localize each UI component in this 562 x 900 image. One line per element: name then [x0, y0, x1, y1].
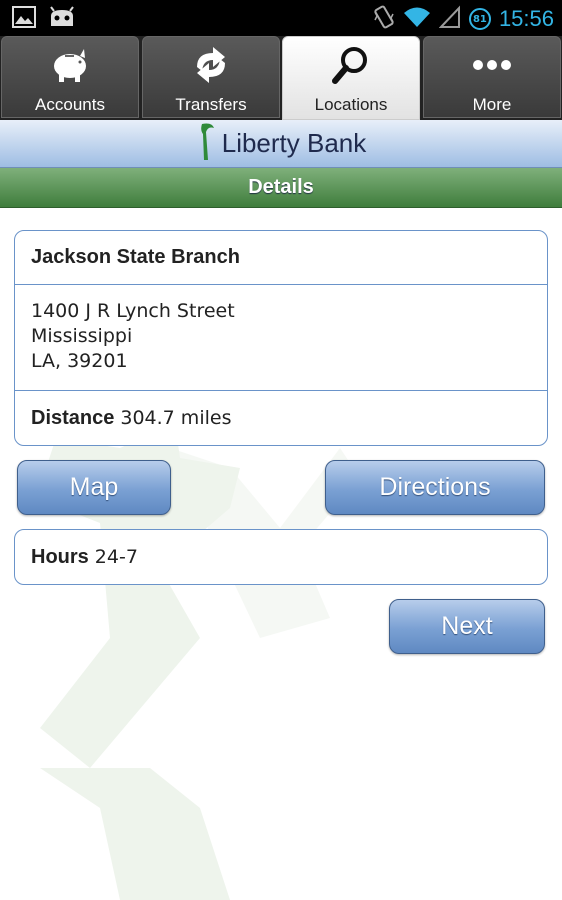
next-button[interactable]: Next	[389, 599, 545, 654]
wifi-icon	[403, 5, 431, 33]
hours-label: Hours	[31, 545, 89, 568]
transfer-arrows-icon	[143, 43, 279, 87]
tab-label: Locations	[314, 95, 388, 114]
hours-row: Hours 24-7	[15, 530, 547, 584]
details-header: Details	[0, 168, 562, 208]
brand-name: Liberty Bank	[221, 128, 367, 158]
piggy-bank-icon	[2, 43, 138, 87]
clock: 15:56	[498, 6, 554, 31]
branch-card: Jackson State Branch 1400 J R Lynch Stre…	[14, 230, 548, 446]
gallery-icon	[12, 6, 36, 32]
vibrate-icon	[373, 4, 395, 34]
map-button[interactable]: Map	[17, 460, 171, 515]
distance-value: 304.7 miles	[120, 407, 232, 429]
branch-address: 1400 J R Lynch Street Mississippi LA, 39…	[15, 285, 547, 391]
more-dots-icon	[424, 43, 560, 87]
tab-label: Transfers	[175, 95, 247, 114]
address-line: Mississippi	[31, 325, 133, 347]
tab-locations[interactable]: Locations	[282, 36, 420, 120]
branch-name: Jackson State Branch	[15, 231, 547, 285]
liberty-torch-icon	[196, 122, 218, 166]
address-line: LA, 39201	[31, 350, 128, 372]
hours-card: Hours 24-7	[14, 529, 548, 585]
tab-accounts[interactable]: Accounts	[1, 36, 139, 118]
android-debug-icon	[48, 6, 76, 32]
tab-transfers[interactable]: Transfers	[142, 36, 280, 118]
brand-header: Liberty Bank	[0, 120, 562, 168]
tab-bar: Accounts Transfers Locations More	[0, 36, 562, 120]
hours-value: 24-7	[94, 546, 138, 568]
branch-distance: Distance 304.7 miles	[15, 391, 547, 445]
signal-icon	[438, 5, 461, 33]
tab-label: More	[472, 95, 512, 114]
battery-icon: 81	[468, 8, 491, 30]
address-line: 1400 J R Lynch Street	[31, 300, 235, 322]
distance-label: Distance	[31, 406, 115, 429]
magnifier-icon	[283, 43, 419, 87]
tab-more[interactable]: More	[423, 36, 561, 118]
status-bar: 81 15:56	[0, 0, 562, 36]
directions-button[interactable]: Directions	[325, 460, 545, 515]
tab-label: Accounts	[35, 95, 105, 114]
page-title: Details	[248, 176, 314, 198]
